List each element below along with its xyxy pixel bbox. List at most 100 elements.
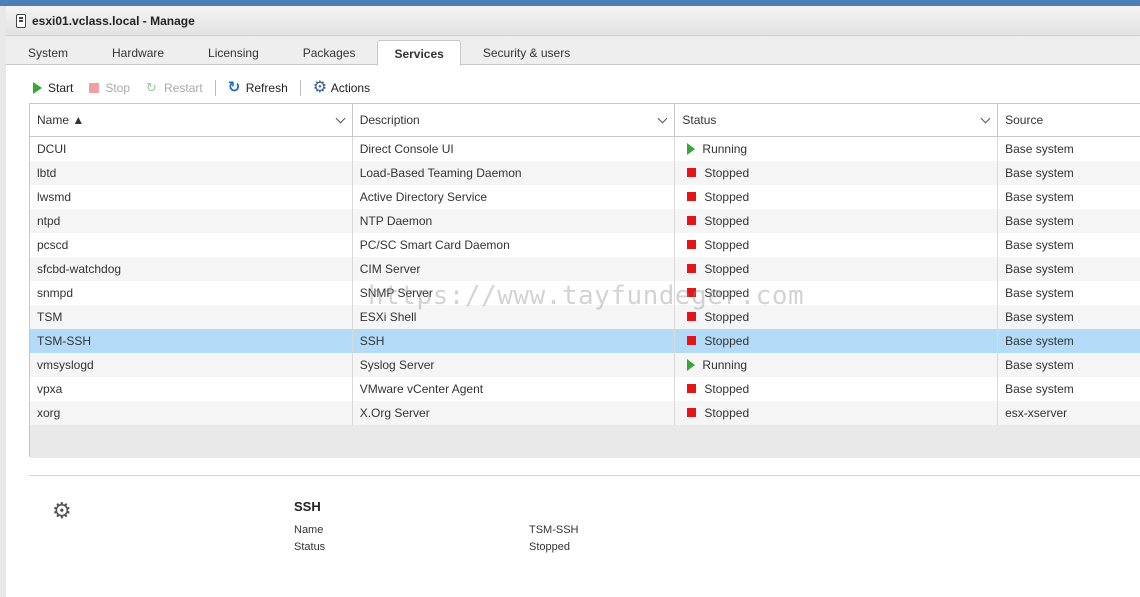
table-body: DCUI Direct Console UI Running Base system l… — [30, 137, 1140, 425]
details-title: SSH — [294, 499, 321, 514]
status-text: Stopped — [704, 190, 750, 204]
tab-licensing[interactable]: Licensing — [186, 36, 281, 65]
table-row[interactable]: DCUI Direct Console UI Running Base system — [30, 137, 1140, 161]
cell-description: Active Directory Service — [353, 185, 676, 209]
cell-status: Stopped — [675, 161, 999, 185]
cell-description: Direct Console UI — [353, 137, 676, 161]
cell-name: snmpd — [30, 281, 353, 305]
column-header-source[interactable]: Source — [998, 104, 1140, 136]
status-text: Stopped — [704, 238, 750, 252]
play-icon — [33, 82, 42, 94]
chevron-down-icon[interactable] — [980, 113, 991, 124]
refresh-label: Refresh — [245, 81, 288, 95]
restart-icon: ↻ — [146, 80, 157, 95]
cell-status: Stopped — [675, 257, 999, 281]
running-status-icon — [687, 358, 696, 371]
cell-source: Base system — [1005, 214, 1074, 228]
column-status-label: Status — [682, 113, 717, 127]
cell-name: ntpd — [30, 209, 353, 233]
status-text: Stopped — [704, 310, 750, 324]
stop-label: Stop — [105, 81, 131, 95]
services-toolbar: Start Stop ↻ Restart ↻ Refresh ⚙ Actions — [30, 76, 386, 100]
table-footer — [30, 425, 1140, 458]
status-text: Stopped — [704, 286, 750, 300]
stopped-status-icon — [687, 240, 697, 250]
tab-services[interactable]: Services — [377, 40, 461, 66]
tab-packages[interactable]: Packages — [281, 36, 378, 65]
cell-source: Base system — [1005, 334, 1074, 348]
cell-source: Base system — [1005, 190, 1074, 204]
chevron-down-icon[interactable] — [657, 113, 668, 124]
stopped-status-icon — [687, 264, 697, 274]
column-description-label: Description — [359, 113, 420, 127]
table-row[interactable]: lwsmd Active Directory Service Stopped Base… — [30, 185, 1140, 209]
cell-source: Base system — [1005, 238, 1074, 252]
cell-description: SNMP Server — [353, 281, 676, 305]
table-row[interactable]: sfcbd-watchdog CIM Server Stopped Base syst… — [30, 257, 1140, 281]
cell-source: Base system — [1005, 286, 1074, 300]
table-row[interactable]: snmpd SNMP Server Stopped Base system — [30, 281, 1140, 305]
table-row[interactable]: ntpd NTP Daemon Stopped Base system — [30, 209, 1140, 233]
table-row[interactable]: pcscd PC/SC Smart Card Daemon Stopped Base … — [30, 233, 1140, 257]
cell-name: vmsyslogd — [30, 353, 353, 377]
tab-bar: System Hardware Licensing Packages Servi… — [6, 36, 1140, 66]
tab-system[interactable]: System — [6, 36, 90, 65]
refresh-button[interactable]: ↻ Refresh — [228, 80, 288, 95]
table-row[interactable]: TSM ESXi Shell Stopped Base system — [30, 305, 1140, 329]
stopped-status-icon — [687, 216, 697, 226]
cell-description: NTP Daemon — [353, 209, 676, 233]
cell-status: Stopped — [675, 209, 999, 233]
column-header-status[interactable]: Status — [675, 104, 999, 136]
cell-description: VMware vCenter Agent — [353, 377, 676, 401]
cell-source: Base system — [1005, 142, 1074, 156]
column-header-description[interactable]: Description — [353, 104, 676, 136]
cell-name: TSM-SSH — [30, 329, 353, 353]
cell-status: Stopped — [675, 401, 999, 425]
details-status-value: Stopped — [529, 541, 570, 553]
cell-description: Load-Based Teaming Daemon — [353, 161, 676, 185]
stop-button[interactable]: Stop — [89, 81, 130, 95]
table-row[interactable]: lbtd Load-Based Teaming Daemon Stopped Base… — [30, 161, 1140, 185]
stopped-status-icon — [687, 192, 697, 202]
cell-source: Base system — [1005, 166, 1074, 180]
cell-description: CIM Server — [353, 257, 676, 281]
cell-description: ESXi Shell — [353, 305, 676, 329]
stopped-status-icon — [687, 384, 697, 394]
start-button[interactable]: Start — [30, 81, 73, 95]
cell-name: lwsmd — [30, 185, 353, 209]
cell-description: X.Org Server — [353, 401, 676, 425]
window-titlebar: esxi01.vclass.local - Manage — [6, 6, 1140, 36]
table-row[interactable]: xorg X.Org Server Stopped esx-xserver — [30, 401, 1140, 425]
cell-name: TSM — [30, 305, 353, 329]
status-text: Stopped — [704, 334, 750, 348]
stopped-status-icon — [687, 408, 697, 418]
services-table: Name ▲ Description Status Source DCUI Dir… — [29, 103, 1140, 458]
service-details-panel: ⚙ SSH Name TSM-SSH Status Stopped — [0, 476, 1140, 597]
cell-description: SSH — [353, 329, 676, 353]
cell-name: pcscd — [30, 233, 353, 257]
table-row[interactable]: vpxa VMware vCenter Agent Stopped Base syst… — [30, 377, 1140, 401]
cell-description: PC/SC Smart Card Daemon — [353, 233, 676, 257]
restart-label: Restart — [164, 81, 203, 95]
cell-source: esx-xserver — [1005, 406, 1068, 420]
cell-status: Stopped — [675, 305, 999, 329]
actions-button[interactable]: ⚙ Actions — [313, 80, 370, 96]
cell-source: Base system — [1005, 262, 1074, 276]
status-text: Stopped — [704, 166, 750, 180]
column-header-name[interactable]: Name ▲ — [30, 104, 353, 136]
column-source-label: Source — [1005, 113, 1044, 127]
cell-name: DCUI — [30, 137, 353, 161]
table-row[interactable]: TSM-SSH SSH Stopped Base system — [30, 329, 1140, 353]
chevron-down-icon[interactable] — [335, 113, 346, 124]
tab-security-users[interactable]: Security & users — [461, 36, 592, 65]
cell-source: Base system — [1005, 382, 1074, 396]
restart-button[interactable]: ↻ Restart — [146, 81, 203, 95]
table-row[interactable]: vmsyslogd Syslog Server Running Base system — [30, 353, 1140, 377]
cell-name: vpxa — [30, 377, 353, 401]
cell-status: Running — [675, 353, 999, 377]
tab-hardware[interactable]: Hardware — [90, 36, 186, 65]
details-name-label: Name — [294, 524, 324, 536]
status-text: Running — [702, 358, 748, 372]
cell-status: Running — [675, 137, 999, 161]
toolbar-separator — [214, 80, 216, 96]
